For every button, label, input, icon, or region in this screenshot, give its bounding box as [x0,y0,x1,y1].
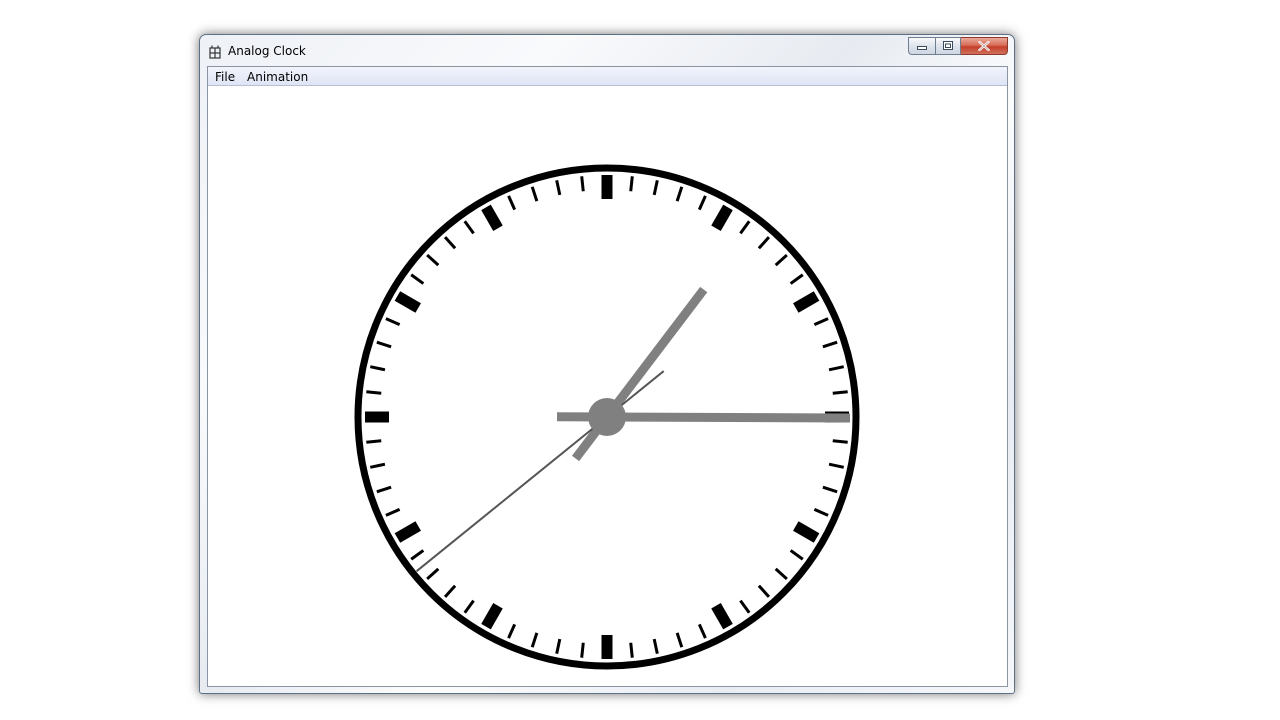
minimize-button[interactable] [908,37,935,55]
minute-tick [580,642,585,658]
minute-tick [629,176,634,192]
maximize-button[interactable] [935,37,961,55]
maximize-icon [942,41,953,50]
client-area: File Animation [207,66,1008,687]
minute-tick [629,642,634,658]
title-bar[interactable]: Analog Clock [200,35,1014,65]
app-icon[interactable] [209,44,221,59]
clock-canvas [354,164,860,670]
close-icon [978,41,990,51]
minute-tick [832,390,848,395]
minute-tick [366,439,382,444]
analog-clock-window: Analog Clock File Animation [199,34,1015,694]
window-title: Analog Clock [228,44,306,58]
close-button[interactable] [961,37,1008,55]
caption-buttons [908,37,1008,56]
minute-tick [580,176,585,192]
minimize-icon [916,46,927,50]
minute-tick [832,439,848,444]
minute-tick [366,390,382,395]
clock-hub [588,398,626,436]
